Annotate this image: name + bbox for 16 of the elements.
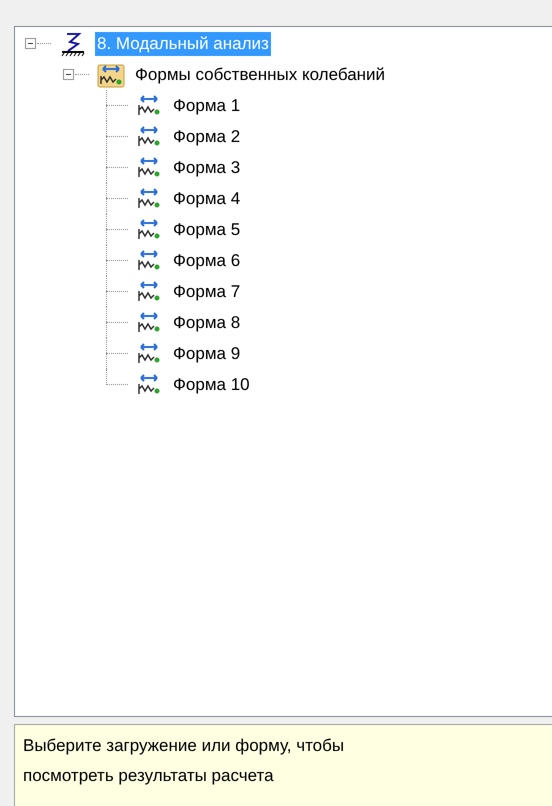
tree-item[interactable]: Форма 2 <box>171 124 242 148</box>
tree-item[interactable]: Форма 9 <box>171 342 242 366</box>
tree-item[interactable]: Форма 10 <box>171 372 252 396</box>
hint-text: Выберите загружение или форму, чтобы посмотреть результаты расчета <box>23 735 346 787</box>
collapse-toggle[interactable] <box>25 38 36 49</box>
tree-item[interactable]: Формы собственных колебаний <box>133 62 388 86</box>
tree-item[interactable]: Форма 8 <box>171 310 242 334</box>
structure-icon <box>59 30 87 56</box>
tree-item[interactable]: Форма 3 <box>171 156 242 180</box>
folder-icon <box>97 62 125 88</box>
collapse-toggle[interactable] <box>63 69 74 80</box>
tree-item[interactable]: Форма 5 <box>171 218 242 242</box>
tree-item[interactable]: Форма 4 <box>171 186 242 210</box>
tree-item[interactable]: Форма 1 <box>171 94 242 118</box>
tree-item[interactable]: Форма 7 <box>171 280 242 304</box>
tree-item[interactable]: Форма 6 <box>171 248 242 272</box>
